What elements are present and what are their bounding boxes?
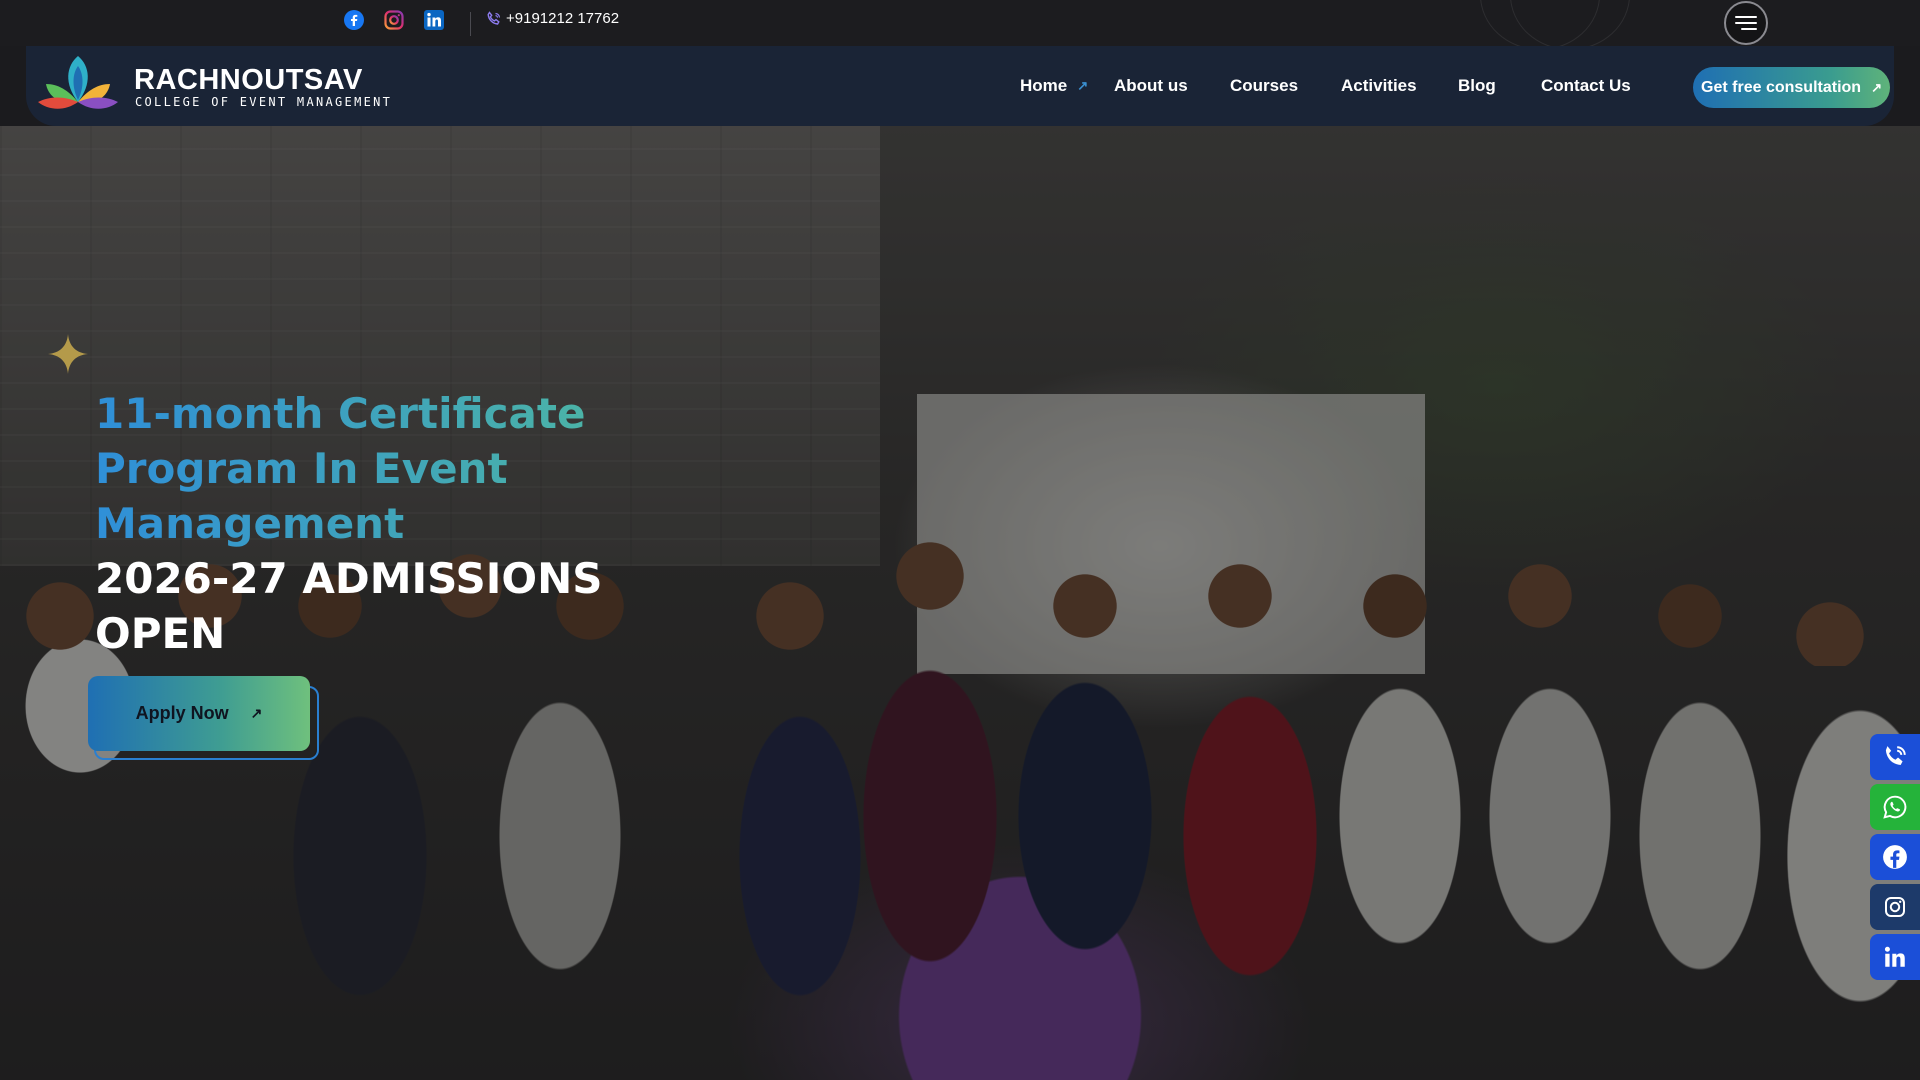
instagram-icon — [1885, 897, 1905, 917]
nav-item-label: Contact Us — [1541, 76, 1631, 95]
sparkle-icon — [48, 334, 88, 374]
arrow-up-right-icon: ↗ — [1871, 79, 1882, 95]
nav-item-home[interactable]: Home ↗ — [1020, 76, 1088, 96]
facebook-icon[interactable] — [343, 9, 365, 31]
apply-now-button[interactable]: Apply Now ↗ — [88, 676, 310, 751]
nav-item-courses[interactable]: Courses — [1230, 76, 1298, 96]
float-phone-button[interactable] — [1870, 734, 1920, 780]
hero-heading: 11-month Certificate Program In Event Ma… — [95, 386, 655, 661]
cta-label: Get free consultation — [1701, 78, 1862, 96]
float-linkedin-button[interactable] — [1870, 934, 1920, 980]
float-facebook-button[interactable] — [1870, 834, 1920, 880]
facebook-icon — [1883, 845, 1907, 869]
arrow-up-right-icon: ↗ — [250, 705, 263, 721]
nav-item-label: Blog — [1458, 76, 1496, 95]
float-instagram-button[interactable] — [1870, 884, 1920, 930]
whatsapp-icon — [1883, 795, 1907, 819]
topbar-phone-number: +9191212 17762 — [506, 10, 620, 27]
topbar-divider — [470, 12, 471, 36]
nav-item-label: Courses — [1230, 76, 1299, 95]
nav-item-label: Home — [1020, 76, 1068, 95]
phone-icon — [487, 10, 501, 25]
hero-program-title: 11-month Certificate Program In Event Ma… — [95, 386, 655, 551]
hamburger-menu-button[interactable] — [1724, 1, 1768, 45]
get-free-consultation-button[interactable]: Get free consultation ↗ — [1693, 67, 1890, 108]
instagram-icon[interactable] — [383, 9, 405, 31]
topbar-phone[interactable]: +9191212 17762 — [486, 10, 619, 27]
nav-item-about-us[interactable]: About us — [1114, 76, 1188, 96]
phone-icon — [1885, 746, 1906, 766]
arrow-up-right-icon: ↗ — [1077, 78, 1089, 93]
nav-item-label: About us — [1114, 76, 1188, 95]
apply-now-label: Apply Now — [135, 703, 229, 723]
lotus-logo-icon[interactable] — [32, 50, 124, 118]
brand-tagline: COLLEGE OF EVENT MANAGEMENT — [135, 95, 393, 109]
hero-admissions-title: 2026-27 ADMISSIONS OPEN — [95, 554, 603, 658]
nav-item-blog[interactable]: Blog — [1458, 76, 1496, 96]
linkedin-icon — [1884, 946, 1905, 967]
linkedin-icon[interactable] — [423, 9, 445, 31]
top-bar: +9191212 17762 — [0, 0, 1920, 50]
float-whatsapp-button[interactable] — [1870, 784, 1920, 830]
nav-item-label: Activities — [1341, 76, 1417, 95]
nav-item-contact-us[interactable]: Contact Us — [1541, 76, 1631, 96]
brand-name: RACHNOUTSAV — [134, 64, 363, 96]
nav-item-activities[interactable]: Activities — [1341, 76, 1417, 96]
